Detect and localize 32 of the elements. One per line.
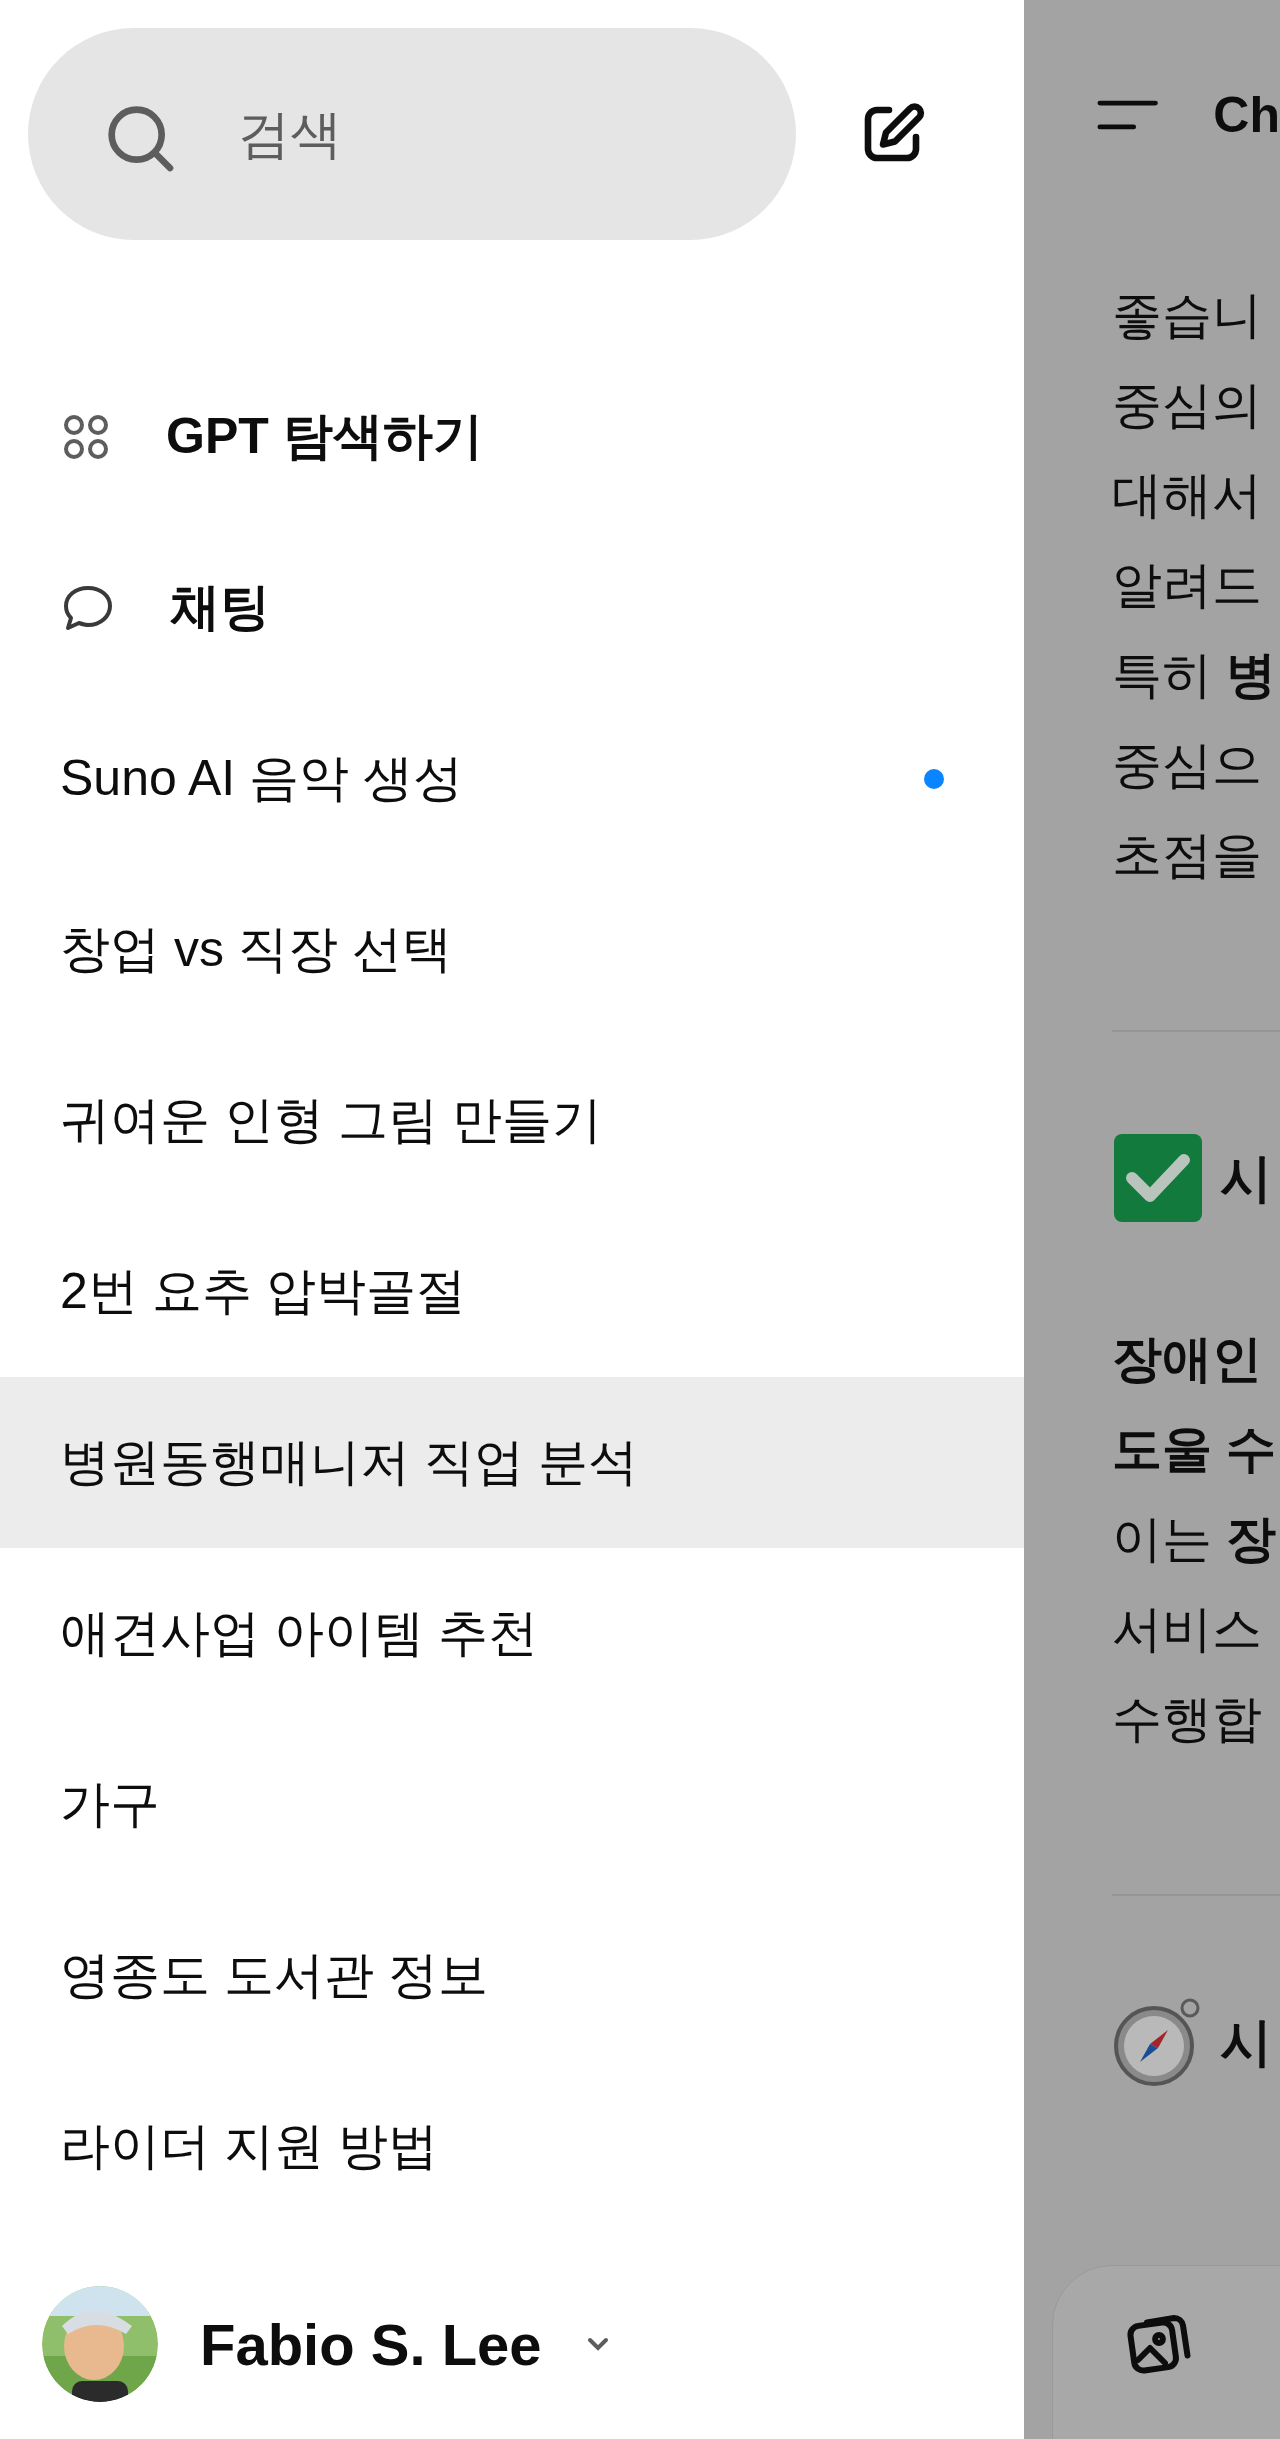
- chat-title: 라이더 지원 방법: [60, 2117, 438, 2176]
- message-text-line: 대해서: [1112, 466, 1263, 525]
- chat-title: 창업 vs 직장 선택: [60, 920, 452, 979]
- message-text-line: 알려드: [1112, 556, 1263, 615]
- section-heading: 시: [1220, 2012, 1272, 2073]
- chat-title: 귀여운 인형 그림 만들기: [60, 1091, 602, 1150]
- chat-title: 병원동행매니저 직업 분석: [60, 1433, 638, 1492]
- search-field[interactable]: 검색: [28, 28, 796, 240]
- message-text-line: 서비스: [1112, 1600, 1263, 1659]
- check-mark-icon: [1112, 1132, 1204, 1224]
- message-text-line: 초점을: [1112, 826, 1263, 885]
- chat-title: Suno AI 음악 생성: [60, 749, 463, 808]
- nav-item[interactable]: GPT 탐색하기: [0, 351, 1024, 522]
- grid-icon: [62, 412, 110, 461]
- message-text-line: 이는 장: [1112, 1510, 1277, 1569]
- section-heading: 시: [1220, 1148, 1272, 1209]
- chat-title: 2번 요추 압박골절: [60, 1262, 466, 1321]
- message-text-line: 좋습니: [1112, 286, 1263, 345]
- chat-title: 가구: [60, 1775, 160, 1834]
- message-text-line: 중심의: [1112, 376, 1263, 435]
- chat-title: 애견사업 아이템 추천: [60, 1604, 538, 1663]
- message-text-line: 수행합: [1112, 1690, 1263, 1749]
- chat-title-header: Ch: [1213, 85, 1280, 145]
- user-name[interactable]: Fabio S. Lee: [200, 2300, 542, 2388]
- message-text-line: 특히 병: [1112, 646, 1277, 705]
- nav-item[interactable]: 채팅: [0, 522, 1024, 693]
- message-text-line: 장애인: [1112, 1330, 1263, 1389]
- chat-bubble-icon: [62, 583, 114, 632]
- chat-title: 영종도 도서관 정보: [60, 1946, 488, 2005]
- chat-history-item[interactable]: 병원동행매니저 직업 분석: [0, 1377, 1024, 1548]
- message-text-line: 도울 수: [1112, 1420, 1277, 1479]
- message-text-line: 중심으: [1112, 736, 1263, 795]
